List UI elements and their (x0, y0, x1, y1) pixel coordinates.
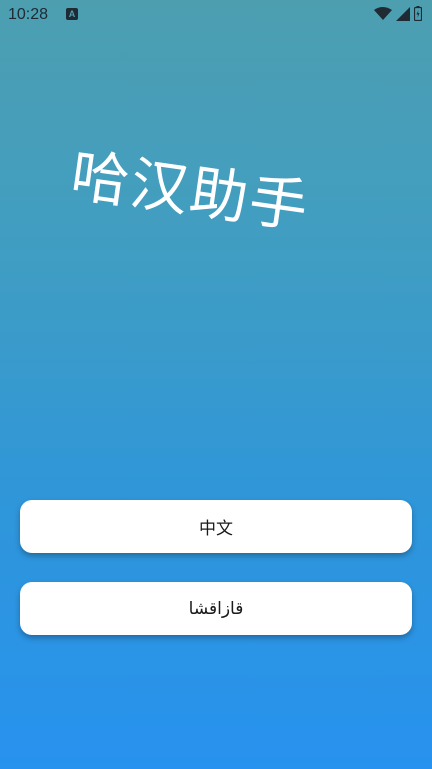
status-bar: 10:28 A (0, 0, 432, 30)
app-title: 哈汉助手 (66, 140, 314, 242)
chinese-button-label: 中文 (199, 519, 233, 539)
battery-icon (414, 6, 422, 21)
cell-signal-icon (396, 6, 410, 21)
wifi-icon (374, 6, 392, 20)
system-icons (374, 6, 422, 21)
chinese-language-button[interactable]: 中文 (20, 500, 412, 553)
a-icon: A (66, 8, 78, 20)
kazakh-language-button[interactable]: قازاقشا (20, 582, 412, 635)
status-time: 10:28 (8, 6, 49, 23)
kazakh-button-label: قازاقشا (188, 598, 244, 619)
